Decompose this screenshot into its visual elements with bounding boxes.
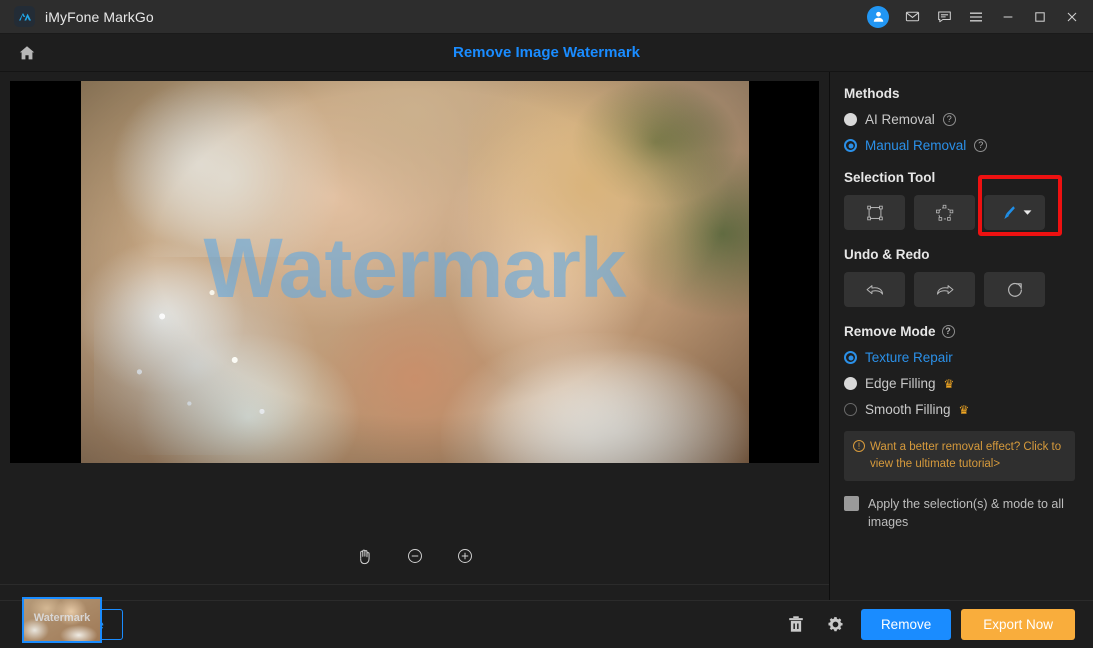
minimize-icon[interactable]: [993, 3, 1023, 31]
feedback-icon[interactable]: [929, 3, 959, 31]
rectangle-select-tool[interactable]: [844, 195, 905, 230]
footer-bar: Add Image Remove Export Now: [0, 600, 1093, 648]
help-icon[interactable]: ?: [974, 139, 988, 152]
list-item[interactable]: Watermark: [22, 597, 102, 643]
method-option-manual-removal[interactable]: Manual Removal ?: [844, 138, 1075, 153]
info-icon: !: [853, 440, 865, 452]
tutorial-tip-banner[interactable]: ! Want a better removal effect? Click to…: [844, 431, 1075, 482]
account-avatar[interactable]: [867, 5, 889, 28]
tutorial-tip-text: Want a better removal effect? Click to v…: [870, 441, 1062, 470]
remove-mode-option-texture-repair[interactable]: Texture Repair: [844, 350, 1075, 365]
page-header: Remove Image Watermark: [0, 34, 1093, 72]
apply-to-all-checkbox[interactable]: [844, 496, 859, 512]
zoom-out-button[interactable]: [402, 543, 428, 569]
radio-indicator[interactable]: [844, 351, 857, 364]
filmstrip: Watermark 1 File(s): [0, 584, 829, 643]
zoom-in-button[interactable]: [452, 543, 478, 569]
chevron-down-icon: [1023, 210, 1031, 215]
thumbnail-watermark-text: Watermark: [33, 612, 91, 625]
apply-to-all-row[interactable]: Apply the selection(s) & mode to all ima…: [844, 495, 1075, 531]
method-label: AI Removal: [865, 112, 935, 127]
app-title: iMyFone MarkGo: [45, 8, 154, 25]
method-option-ai-removal[interactable]: AI Removal ?: [844, 112, 1075, 127]
reset-button[interactable]: [984, 272, 1045, 307]
application-window: iMyFone MarkGo Remove Image Watermark Wa…: [0, 0, 1093, 648]
premium-crown-icon: ♛: [958, 402, 970, 417]
left-column: Watermark Watermark: [0, 72, 829, 643]
canvas-zoom-toolbar: [0, 528, 829, 584]
radio-indicator[interactable]: [844, 377, 857, 390]
remove-mode-option-label: Edge Filling: [865, 376, 936, 391]
gear-icon[interactable]: [821, 610, 851, 640]
selection-tool-section-title: Selection Tool: [844, 170, 936, 185]
remove-mode-section-title: Remove Mode ?: [844, 324, 1075, 339]
watermark-overlay-text: Watermark: [203, 221, 626, 316]
selection-tool-buttons: [844, 195, 1075, 230]
pan-hand-tool[interactable]: [352, 543, 378, 569]
polygon-select-tool[interactable]: [914, 195, 975, 230]
remove-mode-option-edge-filling[interactable]: Edge Filling ♛: [844, 376, 1075, 391]
preview-photo: Watermark: [80, 81, 749, 463]
home-icon[interactable]: [0, 34, 54, 72]
undo-redo-section-title: Undo & Redo: [844, 247, 930, 262]
premium-crown-icon: ♛: [943, 376, 955, 391]
undo-button[interactable]: [844, 272, 905, 307]
help-icon[interactable]: ?: [942, 113, 956, 126]
undo-redo-buttons: [844, 272, 1075, 307]
redo-button[interactable]: [914, 272, 975, 307]
markgo-logo-icon: [14, 6, 35, 27]
mail-icon[interactable]: [897, 3, 927, 31]
title-bar: iMyFone MarkGo: [0, 0, 1093, 34]
help-icon[interactable]: ?: [941, 325, 955, 338]
brush-select-tool[interactable]: [984, 195, 1045, 230]
remove-mode-option-label: Smooth Filling: [865, 402, 951, 417]
body-split: Watermark Watermark Methods AI Removal ?…: [0, 72, 1093, 643]
remove-mode-option-label: Texture Repair: [865, 350, 953, 365]
radio-indicator[interactable]: [844, 113, 857, 126]
methods-section-title: Methods: [844, 86, 900, 101]
remove-mode-label: Remove Mode: [844, 324, 936, 339]
apply-to-all-label: Apply the selection(s) & mode to all ima…: [868, 497, 1064, 530]
close-icon[interactable]: [1057, 3, 1087, 31]
remove-mode-option-smooth-filling[interactable]: Smooth Filling ♛: [844, 402, 1075, 417]
titlebar-controls: [867, 3, 1087, 31]
canvas-wrapper: Watermark: [0, 72, 829, 528]
radio-indicator[interactable]: [844, 403, 857, 416]
page-title: Remove Image Watermark: [452, 44, 641, 61]
method-label: Manual Removal: [865, 138, 967, 153]
tools-panel: Methods AI Removal ? Manual Removal ? Se…: [829, 72, 1093, 600]
export-now-button[interactable]: Export Now: [961, 609, 1075, 640]
maximize-icon[interactable]: [1025, 3, 1055, 31]
radio-indicator[interactable]: [844, 139, 857, 152]
menu-icon[interactable]: [961, 3, 991, 31]
trash-icon[interactable]: [781, 609, 811, 639]
remove-button[interactable]: Remove: [860, 609, 952, 640]
image-canvas[interactable]: Watermark: [10, 81, 819, 463]
